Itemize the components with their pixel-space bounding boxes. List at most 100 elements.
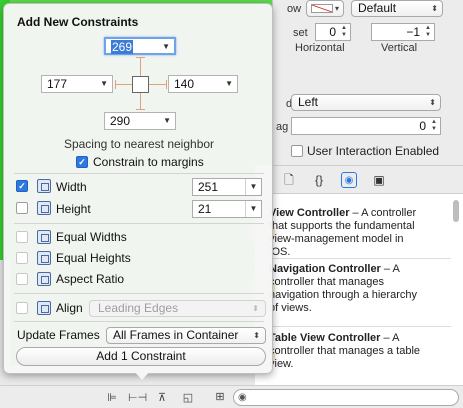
top-spacing-field[interactable]: 269 ▼	[104, 37, 176, 55]
library-tabs: 🗋 {} ◉ ▣	[255, 166, 463, 194]
update-frames-label: Update Frames	[17, 328, 100, 342]
item-title: View Controller	[269, 207, 350, 219]
right-strut[interactable]	[149, 84, 167, 85]
grid-view-icon[interactable]: ⊞	[212, 390, 228, 404]
chevron-down-icon: ▾	[334, 4, 339, 13]
divider	[14, 223, 264, 224]
update-frames-value: All Frames in Container	[113, 328, 239, 342]
resizing-behavior-icon[interactable]: ◱	[180, 391, 196, 405]
bottom-strut[interactable]	[140, 93, 141, 110]
library-filter-bar: ⊞ ◉	[205, 385, 463, 408]
right-spacing-value: 140	[174, 77, 195, 91]
chevron-updown-icon: ⬍	[431, 4, 438, 13]
tag-field[interactable]: 0 ▲ ▼	[291, 117, 441, 135]
object-library-icon[interactable]: ◉	[341, 172, 357, 188]
right-strut-cap	[166, 80, 167, 89]
shadow-label-partial: ow	[287, 3, 302, 15]
equal-widths-icon	[37, 230, 51, 244]
constrain-margins-label: Constrain to margins	[93, 155, 204, 169]
item-title: Navigation Controller	[269, 263, 381, 275]
width-checkbox[interactable]: ✓	[16, 180, 28, 192]
filter-input[interactable]: ◉	[233, 389, 459, 406]
stepper-icon[interactable]: ▲ ▼	[429, 119, 439, 133]
popover-arrow	[133, 370, 151, 380]
top-strut-cap	[136, 57, 145, 58]
horizontal-label: Horizontal	[295, 42, 345, 54]
aspect-ratio-checkbox[interactable]	[16, 273, 28, 285]
vertical-label: Vertical	[381, 42, 418, 54]
horizontal-field[interactable]: 0 ▲ ▼	[315, 23, 351, 41]
chevron-updown-icon: ⬍	[253, 331, 260, 340]
equal-heights-label: Equal Heights	[56, 251, 131, 265]
library-scrollbar[interactable]	[452, 196, 460, 386]
chevron-down-icon: ▼	[100, 79, 108, 88]
spacing-label: Spacing to nearest neighbor	[63, 137, 215, 151]
constrain-margins-checkbox[interactable]: ✓	[76, 156, 88, 168]
chevron-down-icon: ▼	[245, 201, 261, 217]
width-field[interactable]: 251 ▼	[192, 178, 262, 196]
chevron-updown-icon: ⬍	[429, 98, 436, 107]
code-snippet-icon[interactable]: {}	[311, 172, 327, 188]
chevron-down-icon: ▼	[225, 79, 233, 88]
left-strut-cap	[115, 80, 116, 89]
add-constraints-popover: Add New Constraints 269 ▼ 177 ▼ 140 ▼ 29…	[3, 3, 273, 374]
right-spacing-field[interactable]: 140 ▼	[168, 75, 238, 93]
file-template-icon[interactable]: 🗋	[281, 172, 297, 188]
aspect-ratio-icon	[37, 272, 51, 286]
equal-widths-label: Equal Widths	[56, 230, 127, 244]
equal-heights-checkbox[interactable]	[16, 252, 28, 264]
add-constraints-button[interactable]: Add 1 Constraint	[16, 347, 266, 366]
top-spacing-value: 269	[111, 40, 134, 54]
scrollbar-thumb[interactable]	[453, 200, 459, 222]
color-swatch	[311, 4, 333, 13]
shadow-color-well[interactable]: ▾	[306, 0, 344, 17]
align-value: Leading Edges	[98, 301, 179, 315]
selected-view-box	[132, 76, 149, 93]
divider	[255, 326, 451, 327]
mode-popup[interactable]: Left ⬍	[291, 94, 441, 111]
equal-widths-checkbox[interactable]	[16, 231, 28, 243]
update-frames-popup[interactable]: All Frames in Container ⬍	[106, 327, 266, 344]
width-label: Width	[56, 180, 87, 194]
left-strut[interactable]	[115, 84, 132, 85]
shadow-popup[interactable]: Default ⬍	[351, 0, 443, 17]
user-interaction-checkbox[interactable]	[291, 145, 303, 157]
bottom-spacing-field[interactable]: 290 ▼	[104, 112, 176, 130]
align-checkbox[interactable]	[16, 302, 28, 314]
vertical-field[interactable]: −1 ▲ ▼	[371, 23, 435, 41]
align-icon	[37, 301, 51, 315]
filter-icon: ◉	[238, 392, 247, 403]
left-spacing-field[interactable]: 177 ▼	[41, 75, 113, 93]
divider	[14, 293, 264, 294]
top-strut[interactable]	[140, 57, 141, 76]
bottom-spacing-value: 290	[110, 114, 131, 128]
width-constraint-icon	[37, 179, 51, 193]
chevron-updown-icon: ⬍	[252, 304, 259, 313]
width-value: 251	[198, 180, 219, 194]
stepper-icon[interactable]: ▲ ▼	[339, 25, 349, 39]
chevron-down-icon: ▼	[163, 116, 171, 125]
height-label: Height	[56, 202, 91, 216]
equal-heights-icon	[37, 251, 51, 265]
pin-icon[interactable]: ⊢⊣	[128, 391, 147, 405]
media-library-icon[interactable]: ▣	[371, 172, 387, 188]
tag-value: 0	[419, 119, 426, 133]
height-field[interactable]: 21 ▼	[192, 200, 262, 218]
inset-label: set	[293, 27, 308, 39]
mode-value: Left	[298, 95, 319, 109]
item-title: Table View Controller	[269, 332, 381, 344]
object-library: 🗋 {} ◉ ▣ View Controller – A controller …	[247, 165, 463, 386]
height-value: 21	[198, 202, 212, 216]
align-popup[interactable]: Leading Edges ⬍	[89, 300, 266, 317]
shadow-popup-value: Default	[358, 1, 397, 15]
height-checkbox[interactable]	[16, 202, 28, 214]
chevron-down-icon: ▼	[245, 179, 261, 195]
divider	[255, 258, 451, 259]
chevron-down-icon: ▼	[162, 42, 170, 51]
stepper-icon[interactable]: ▲ ▼	[423, 25, 433, 39]
align-icon[interactable]: ⊫	[104, 391, 120, 405]
canvas-bottom-bar: ⊫ ⊢⊣ ⊼ ◱	[0, 385, 205, 408]
horizontal-value: 0	[329, 25, 336, 39]
resolve-issues-icon[interactable]: ⊼	[154, 391, 170, 405]
popover-title: Add New Constraints	[17, 15, 139, 29]
